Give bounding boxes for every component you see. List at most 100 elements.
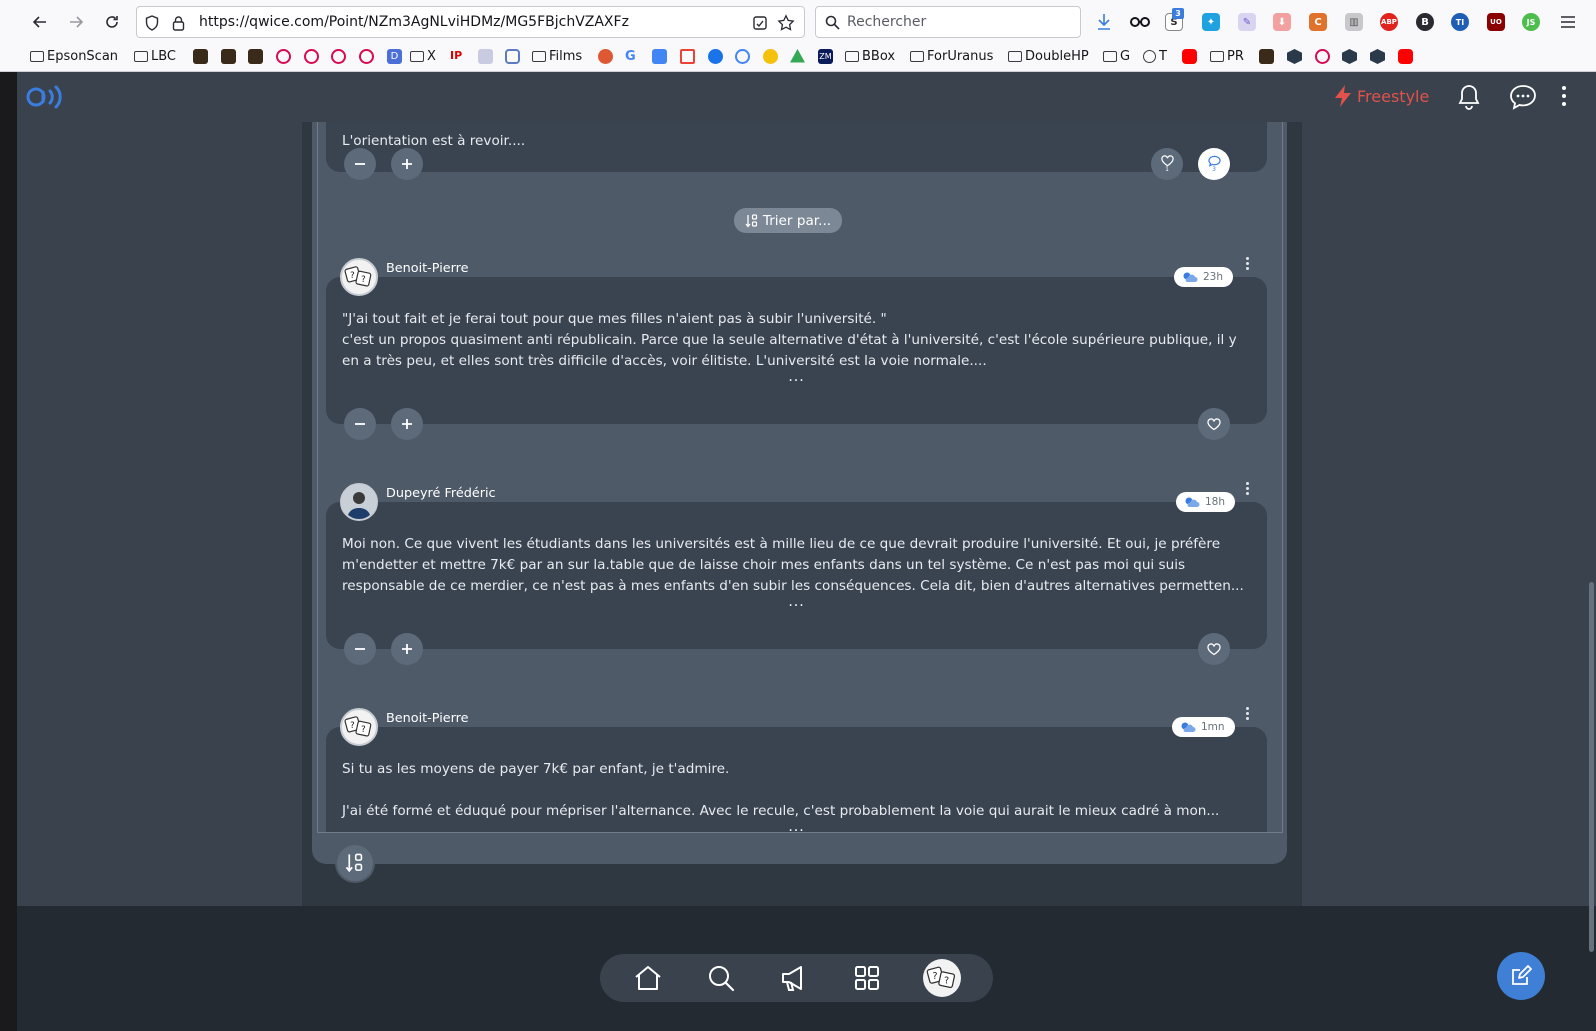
bookmark-folder-foruranus[interactable]: ForUranus bbox=[910, 45, 993, 67]
js-extension-icon[interactable]: JS bbox=[1522, 13, 1540, 31]
ip-favicon-icon[interactable]: IP bbox=[450, 49, 465, 64]
upvote-button[interactable] bbox=[391, 633, 423, 665]
back-button[interactable] bbox=[26, 8, 54, 36]
youtube-favicon-icon[interactable] bbox=[1182, 49, 1197, 64]
keep-favicon-icon[interactable] bbox=[763, 49, 778, 64]
apps-button[interactable] bbox=[851, 962, 883, 994]
zm-favicon-icon[interactable]: ZM bbox=[818, 49, 833, 64]
sort-fab-button[interactable] bbox=[335, 843, 375, 883]
bell-icon[interactable] bbox=[1457, 83, 1481, 111]
avatar[interactable]: ?? bbox=[340, 258, 378, 296]
comment-menu-button[interactable] bbox=[1245, 482, 1251, 496]
sort-button[interactable]: Trier par... bbox=[734, 208, 842, 233]
like-button[interactable] bbox=[1198, 633, 1230, 665]
bookmark-folder-g[interactable]: G bbox=[1103, 45, 1130, 67]
tasks-favicon-icon[interactable] bbox=[735, 49, 750, 64]
page-scrollbar[interactable] bbox=[1589, 582, 1594, 952]
calendar-favicon-icon[interactable] bbox=[652, 49, 667, 64]
like-button[interactable]: 1 bbox=[1151, 148, 1183, 180]
puzzle-extension-icon[interactable]: ✦ bbox=[1202, 13, 1220, 31]
ti-extension-icon[interactable]: TI bbox=[1451, 13, 1469, 31]
ublock-origin-icon[interactable]: UO bbox=[1487, 13, 1505, 31]
lock-icon[interactable] bbox=[172, 15, 185, 31]
d-favicon-icon[interactable]: D bbox=[387, 49, 402, 64]
comment-menu-button[interactable] bbox=[1245, 257, 1251, 271]
announcements-button[interactable] bbox=[778, 962, 810, 994]
b-extension-icon[interactable]: B bbox=[1416, 13, 1434, 31]
freestyle-button[interactable]: Freestyle bbox=[1333, 84, 1429, 108]
url-bar[interactable]: https://qwice.com/Point/NZm3AgNLviHDMz/M… bbox=[136, 6, 805, 38]
downvote-button[interactable] bbox=[344, 633, 376, 665]
hexagon-favicon-icon[interactable] bbox=[1342, 49, 1357, 64]
bookmark-t[interactable]: T bbox=[1143, 45, 1167, 67]
forward-button[interactable] bbox=[62, 8, 90, 36]
comment-author[interactable]: Dupeyré Frédéric bbox=[386, 486, 496, 501]
debian-favicon-icon[interactable] bbox=[359, 49, 374, 64]
comments-scroll-area[interactable]: L'orientation est à revoir.... 1 3 Trier… bbox=[317, 122, 1283, 833]
search-button[interactable] bbox=[705, 962, 737, 994]
grid-favicon-icon[interactable] bbox=[505, 49, 520, 64]
favicon-icon[interactable] bbox=[1259, 49, 1274, 64]
c-extension-icon[interactable]: C bbox=[1309, 13, 1327, 31]
duckduckgo-favicon-icon[interactable] bbox=[598, 49, 613, 64]
hexagon-favicon-icon[interactable] bbox=[1287, 49, 1302, 64]
bookmark-folder-bbox[interactable]: BBox bbox=[845, 45, 895, 67]
favicon-icon[interactable] bbox=[248, 49, 263, 64]
like-button[interactable] bbox=[1198, 408, 1230, 440]
pen-extension-icon[interactable]: ✎ bbox=[1238, 13, 1256, 31]
bookmark-folder-films[interactable]: Films bbox=[532, 45, 582, 67]
debian-favicon-icon[interactable] bbox=[331, 49, 346, 64]
avatar[interactable]: ?? bbox=[340, 708, 378, 746]
hexagon-favicon-icon[interactable] bbox=[1370, 49, 1385, 64]
ip-box-favicon-icon[interactable] bbox=[478, 49, 493, 64]
bookmark-folder-lbc[interactable]: LBC bbox=[134, 45, 176, 67]
svg-text:?: ? bbox=[944, 975, 949, 986]
favicon-icon[interactable] bbox=[193, 49, 208, 64]
avatar[interactable] bbox=[340, 483, 378, 521]
qwice-logo-icon[interactable] bbox=[26, 85, 64, 109]
bookmark-folder-x[interactable]: X bbox=[410, 45, 436, 67]
comment-menu-button[interactable] bbox=[1245, 707, 1251, 721]
chat-icon[interactable] bbox=[1509, 84, 1537, 110]
reader-mode-icon[interactable] bbox=[752, 15, 768, 31]
gmail-favicon-icon[interactable] bbox=[680, 49, 695, 64]
shield-icon[interactable] bbox=[145, 15, 159, 31]
upvote-button[interactable] bbox=[391, 148, 423, 180]
downvote-button[interactable] bbox=[344, 148, 376, 180]
bookmark-folder-doublehp[interactable]: DoubleHP bbox=[1008, 45, 1089, 67]
contacts-favicon-icon[interactable] bbox=[708, 49, 723, 64]
youtube-favicon-icon[interactable] bbox=[1398, 49, 1413, 64]
downloads-icon[interactable] bbox=[1096, 13, 1112, 31]
reload-button[interactable] bbox=[98, 8, 126, 36]
debian-favicon-icon[interactable] bbox=[1315, 49, 1330, 64]
upvote-button[interactable] bbox=[391, 408, 423, 440]
downvote-button[interactable] bbox=[344, 408, 376, 440]
url-text[interactable]: https://qwice.com/Point/NZm3AgNLviHDMz/M… bbox=[199, 14, 629, 30]
debian-favicon-icon[interactable] bbox=[304, 49, 319, 64]
search-bar[interactable]: Rechercher bbox=[815, 6, 1081, 38]
pocket-extension-icon[interactable]: ⬇ bbox=[1273, 13, 1291, 31]
read-more-button[interactable]: ... bbox=[326, 369, 1267, 385]
trash-extension-icon[interactable]: ▥ bbox=[1345, 13, 1363, 31]
more-menu-button[interactable] bbox=[1562, 86, 1566, 106]
svg-text:?: ? bbox=[361, 275, 366, 285]
bookmark-star-icon[interactable] bbox=[777, 14, 795, 32]
bookmark-folder-epsonscan[interactable]: EpsonScan bbox=[30, 45, 118, 67]
menu-icon[interactable] bbox=[1560, 15, 1576, 29]
comment-author[interactable]: Benoit-Pierre bbox=[386, 261, 469, 276]
private-mask-icon[interactable] bbox=[1130, 16, 1150, 28]
debian-favicon-icon[interactable] bbox=[276, 49, 291, 64]
read-more-button[interactable]: ... bbox=[326, 594, 1267, 610]
megaphone-icon bbox=[782, 966, 802, 991]
google-favicon-icon[interactable]: G bbox=[625, 49, 640, 64]
profile-avatar-button[interactable]: ?? bbox=[923, 959, 961, 997]
comments-button[interactable]: 3 bbox=[1198, 148, 1230, 180]
comment-author[interactable]: Benoit-Pierre bbox=[386, 711, 469, 726]
read-more-button[interactable]: ... bbox=[326, 819, 1267, 832]
drive-favicon-icon[interactable] bbox=[790, 49, 805, 63]
favicon-icon[interactable] bbox=[221, 49, 236, 64]
bookmark-folder-pr[interactable]: PR bbox=[1210, 45, 1244, 67]
home-button[interactable] bbox=[632, 962, 664, 994]
adblock-plus-icon[interactable]: ABP bbox=[1380, 13, 1398, 31]
compose-button[interactable] bbox=[1497, 952, 1545, 1000]
